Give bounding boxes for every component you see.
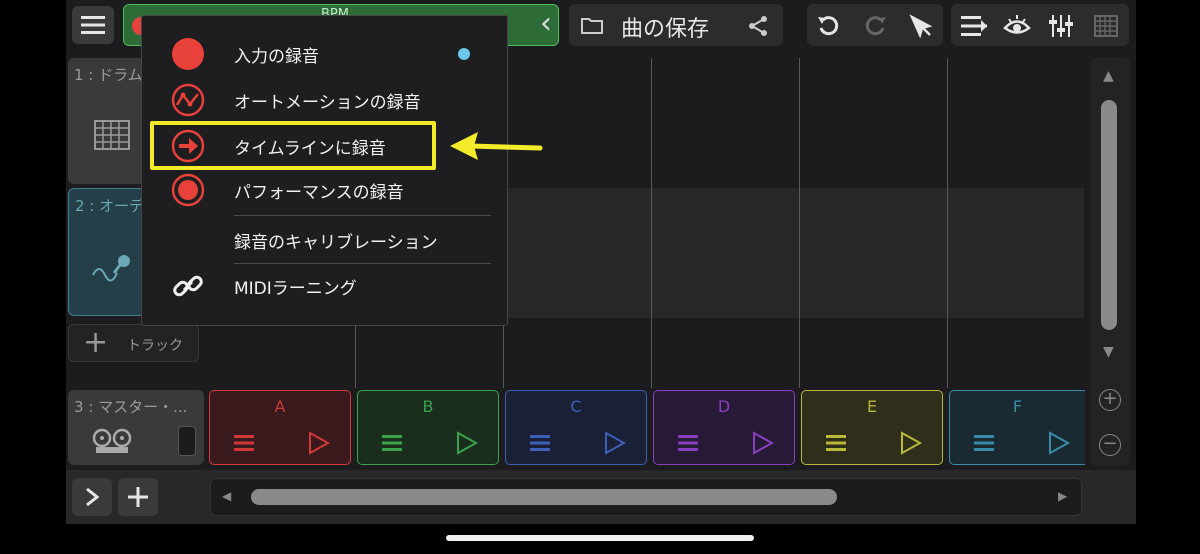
menu-item-label: オートメーションの録音 bbox=[234, 92, 421, 113]
chevron-right-icon bbox=[86, 487, 100, 507]
play-icon[interactable] bbox=[900, 431, 922, 455]
list-icon[interactable] bbox=[826, 435, 846, 451]
active-indicator-dot bbox=[458, 48, 470, 60]
edit-tools-bar bbox=[807, 4, 943, 46]
hamburger-menu-button[interactable] bbox=[72, 6, 114, 44]
list-icon[interactable] bbox=[234, 435, 254, 451]
pad-letter: C bbox=[570, 397, 582, 416]
plus-icon bbox=[128, 487, 148, 507]
song-save-bar[interactable]: 曲の保存 bbox=[569, 4, 783, 46]
zoom-out-icon[interactable]: − bbox=[1099, 434, 1121, 456]
menu-item-automation-record[interactable]: オートメーションの録音 bbox=[142, 78, 507, 122]
microphone-icon bbox=[92, 255, 130, 282]
track-name: 2 : オーデ bbox=[75, 197, 145, 215]
pad-letter: D bbox=[717, 397, 731, 416]
save-song-label[interactable]: 曲の保存 bbox=[621, 11, 709, 43]
drum-grid-icon bbox=[94, 120, 130, 150]
scroll-up-icon[interactable]: ▲ bbox=[1103, 68, 1114, 84]
menu-item-input-record[interactable]: 入力の録音 bbox=[142, 32, 507, 76]
list-icon[interactable] bbox=[530, 435, 550, 451]
scene-pad-d[interactable]: D bbox=[653, 390, 795, 465]
list-icon[interactable] bbox=[382, 435, 402, 451]
menu-item-midi-learn[interactable]: MIDIラーニング bbox=[142, 264, 507, 308]
share-icon[interactable] bbox=[747, 15, 769, 37]
automation-curve-icon bbox=[170, 82, 206, 118]
pad-letter: B bbox=[422, 397, 434, 416]
add-track-label: トラック bbox=[127, 338, 183, 354]
scene-pad-e[interactable]: E bbox=[801, 390, 943, 465]
play-icon[interactable] bbox=[308, 431, 330, 455]
plus-icon: + bbox=[83, 325, 109, 360]
menu-item-label: 入力の録音 bbox=[234, 46, 319, 67]
expand-button[interactable] bbox=[72, 478, 112, 516]
list-icon[interactable] bbox=[974, 435, 994, 451]
timeline-divider bbox=[651, 58, 652, 388]
track-header-master[interactable]: 3 : マスター・... bbox=[68, 390, 204, 465]
track-name: 3 : マスター・... bbox=[74, 398, 188, 416]
scroll-down-icon[interactable]: ▼ bbox=[1103, 344, 1114, 360]
list-icon[interactable] bbox=[678, 435, 698, 451]
scene-pad-f[interactable]: F bbox=[949, 390, 1085, 465]
play-icon[interactable] bbox=[456, 431, 478, 455]
play-icon[interactable] bbox=[752, 431, 774, 455]
menu-icon bbox=[81, 16, 105, 34]
eye-icon[interactable] bbox=[1003, 13, 1031, 37]
add-track-button[interactable]: + トラック bbox=[68, 324, 199, 362]
mixer-sliders-icon[interactable] bbox=[1048, 13, 1074, 39]
app-window: BPM ‹ 曲の保存 1 : ドラム 2 : オーデ + トラック 3 : マ bbox=[66, 0, 1136, 524]
pointer-arrow-icon[interactable] bbox=[909, 14, 933, 38]
menu-item-label: MIDIラーニング bbox=[234, 278, 357, 299]
pad-letter: A bbox=[274, 397, 286, 416]
menu-divider bbox=[234, 215, 491, 216]
vertical-scrollbar[interactable] bbox=[1101, 100, 1117, 330]
play-icon[interactable] bbox=[604, 431, 626, 455]
track-name: 1 : ドラム bbox=[74, 66, 143, 84]
link-icon bbox=[170, 268, 206, 304]
home-indicator bbox=[446, 535, 754, 541]
view-tools-bar bbox=[951, 4, 1129, 46]
timeline-list-icon[interactable] bbox=[961, 15, 987, 37]
timeline-divider bbox=[947, 58, 948, 388]
undo-icon[interactable] bbox=[817, 14, 841, 38]
pad-letter: E bbox=[866, 397, 878, 416]
scene-pad-b[interactable]: B bbox=[357, 390, 499, 465]
redo-icon[interactable] bbox=[863, 14, 887, 38]
scroll-left-icon[interactable]: ◀ bbox=[222, 489, 231, 503]
folder-icon[interactable] bbox=[581, 16, 603, 34]
menu-item-label: 録音のキャリブレーション bbox=[234, 232, 438, 253]
annotation-highlight bbox=[150, 121, 543, 170]
grid-icon[interactable] bbox=[1094, 15, 1118, 37]
tape-reel-icon bbox=[92, 428, 132, 453]
scene-pad-c[interactable]: C bbox=[505, 390, 647, 465]
add-button[interactable] bbox=[118, 478, 158, 516]
timeline-divider bbox=[799, 58, 800, 388]
scroll-right-icon[interactable]: ▶ bbox=[1058, 489, 1067, 503]
horizontal-scrollbar[interactable] bbox=[251, 489, 837, 505]
pad-letter: F bbox=[1012, 397, 1023, 416]
zoom-in-icon[interactable]: + bbox=[1099, 389, 1121, 411]
record-filled-icon bbox=[170, 36, 206, 72]
annotation-arrow bbox=[467, 143, 543, 151]
menu-item-calibration[interactable]: 録音のキャリブレーション bbox=[142, 218, 507, 262]
master-level-meter bbox=[178, 426, 196, 456]
collapse-chevron-icon[interactable]: ‹ bbox=[540, 7, 552, 41]
scene-pad-a[interactable]: A bbox=[209, 390, 351, 465]
menu-item-label: パフォーマンスの録音 bbox=[234, 182, 404, 203]
play-icon[interactable] bbox=[1048, 431, 1070, 455]
